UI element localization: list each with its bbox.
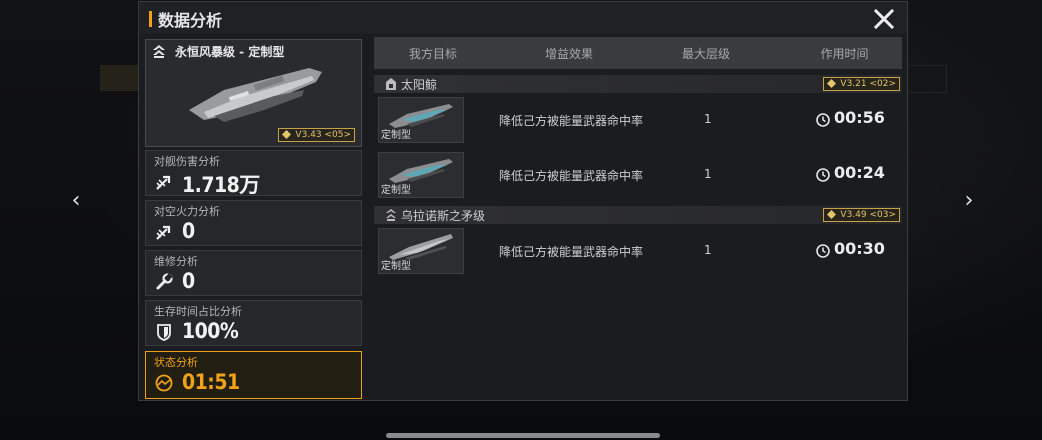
stat-value: 0 [182,269,195,293]
duration-cell: 00:56 [834,108,885,127]
stat-value: 1.718万 [182,173,260,197]
table-row: 定制型 降低己方被能量武器命中率 1 00:24 [374,152,902,202]
level-cell: 1 [704,112,712,126]
effect-cell: 降低己方被能量武器命中率 [499,245,644,259]
effect-cell: 降低己方被能量武器命中率 [499,169,644,183]
column-header-duration: 作用时间 [820,47,869,61]
group-version-badge: V3.21 <02> [823,77,900,91]
anti-air-arrow-icon [156,225,171,240]
stat-anti-air[interactable]: 对空火力分析 0 [145,200,362,246]
group-header: 太阳鲸 V3.21 <02> [374,75,902,93]
damage-arrow-icon [156,175,171,190]
target-thumbnail[interactable]: 定制型 [378,228,464,274]
level-cell: 1 [704,167,712,181]
dialog-title: 数据分析 [158,11,223,30]
effect-cell: 降低己方被能量武器命中率 [499,114,644,128]
group-version-text: V3.21 <02> [840,79,896,89]
stat-value: 01:51 [182,370,240,394]
target-label: 定制型 [381,130,411,141]
stat-ship-damage[interactable]: 对舰伤害分析 1.718万 [145,150,362,197]
table-row: 定制型 降低己方被能量武器命中率 1 00:56 [374,97,902,147]
ship-version-badge: V3.43 <05> [278,128,355,142]
stat-survival-time[interactable]: 生存时间占比分析 100% [145,300,362,346]
column-header-effect: 增益效果 [544,47,593,61]
rank-chevron-icon [386,209,396,221]
group-name: 太阳鲸 [401,78,438,92]
home-indicator[interactable] [386,433,660,438]
ship-image [189,68,322,122]
group-version-text: V3.49 <03> [840,210,896,220]
close-button[interactable] [871,6,897,32]
ship-name: 永恒风暴级 - 定制型 [175,45,285,59]
stat-repair[interactable]: 维修分析 0 [145,250,362,296]
stat-label: 对空火力分析 [154,205,220,218]
duration-cell: 00:30 [834,239,885,258]
stat-value: 100% [182,319,239,343]
stat-label: 生存时间占比分析 [154,305,242,318]
clock-icon [816,113,830,127]
clock-icon [816,168,830,182]
ship-card[interactable]: 永恒风暴级 - 定制型 V3.43 <05> [145,39,362,147]
column-header-max-level: 最大层级 [681,47,730,61]
status-gauge-icon [155,374,173,392]
table-header: 我方目标 增益效果 最大层级 作用时间 [374,37,902,69]
rank-chevron-icon [153,45,165,58]
background-element [905,65,947,93]
target-thumbnail[interactable]: 定制型 [378,97,464,143]
version-gem-icon [282,130,292,139]
stat-label: 状态分析 [154,356,198,369]
target-label: 定制型 [381,261,411,272]
stat-label: 对舰伤害分析 [154,155,220,168]
stat-value: 0 [182,219,195,243]
title-bar: 数据分析 [139,2,907,34]
next-page-arrow-icon[interactable]: › [957,186,981,216]
ship-class-icon [386,78,396,90]
group-version-badge: V3.49 <03> [823,208,900,222]
column-header-target: 我方目标 [408,47,457,61]
close-icon [873,8,895,30]
stat-label: 维修分析 [154,255,198,268]
stat-status[interactable]: 状态分析 01:51 [145,351,362,399]
target-thumbnail[interactable]: 定制型 [378,152,464,198]
group-header: 乌拉诺斯之矛级 V3.49 <03> [374,206,902,224]
version-gem-icon [827,79,837,88]
previous-page-arrow-icon[interactable]: ‹ [64,186,88,216]
clock-icon [816,244,830,258]
data-analysis-dialog: 数据分析 永恒风暴级 - 定制型 V3.43 <05> 对舰伤害分析 1.718… [138,1,908,401]
level-cell: 1 [704,243,712,257]
target-label: 定制型 [381,185,411,196]
version-gem-icon [827,210,837,219]
group-name: 乌拉诺斯之矛级 [401,209,486,223]
background-element [100,65,140,91]
shield-icon [157,324,171,341]
table-row: 定制型 降低己方被能量武器命中率 1 00:30 [374,228,902,278]
ship-version-text: V3.43 <05> [295,130,351,140]
duration-cell: 00:24 [834,163,885,182]
title-accent-bar [149,11,152,27]
wrench-icon [156,273,173,290]
